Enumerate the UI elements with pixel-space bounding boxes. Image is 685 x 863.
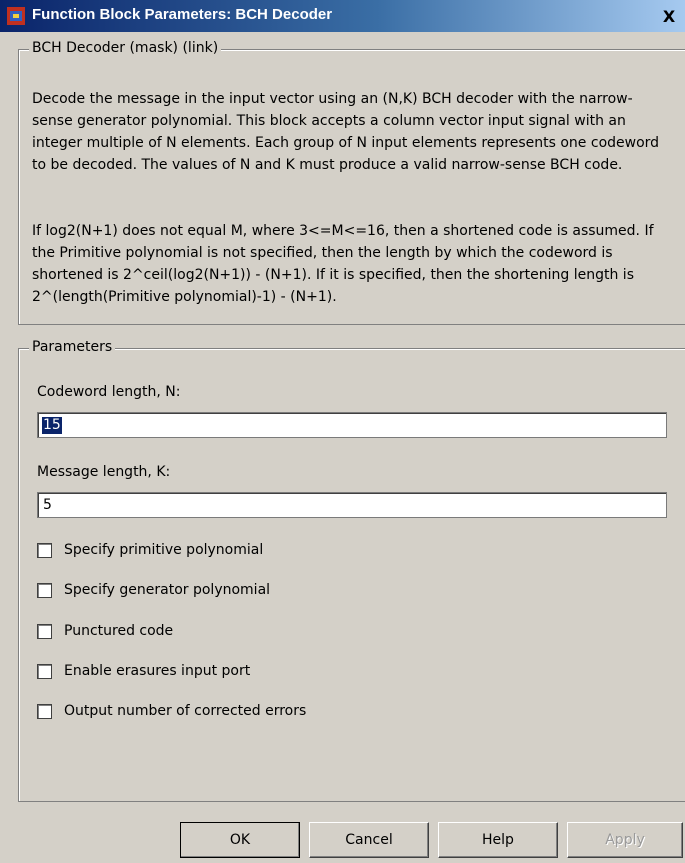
title-bar[interactable]: Function Block Parameters: BCH Decoder X: [0, 0, 685, 32]
checkbox-label: Punctured code: [64, 623, 174, 639]
description-paragraph-2: If log2(N+1) does not equal M, where 3<=…: [32, 223, 654, 305]
punctured-code-checkbox[interactable]: Punctured code: [37, 621, 173, 641]
ok-button[interactable]: OK: [180, 822, 300, 858]
checkbox-box[interactable]: [37, 623, 52, 639]
checkbox-label: Enable erasures input port: [64, 663, 251, 679]
simulink-block-icon: [7, 7, 25, 25]
checkbox-label: Specify generator polynomial: [64, 582, 271, 598]
cancel-button[interactable]: Cancel: [309, 822, 429, 858]
specify-generator-polynomial-checkbox[interactable]: Specify generator polynomial: [37, 580, 270, 600]
apply-button: Apply: [567, 822, 683, 858]
message-length-label: Message length, K:: [37, 464, 171, 480]
message-length-value: 5: [43, 497, 52, 513]
checkbox-box[interactable]: [37, 582, 52, 598]
enable-erasures-input-port-checkbox[interactable]: Enable erasures input port: [37, 661, 250, 681]
parameters-legend: Parameters: [29, 339, 116, 355]
codeword-length-input[interactable]: 15: [37, 412, 667, 438]
codeword-length-value: 15: [42, 417, 62, 434]
output-corrected-errors-checkbox[interactable]: Output number of corrected errors: [37, 701, 306, 721]
checkbox-box[interactable]: [37, 542, 52, 558]
codeword-length-label: Codeword length, N:: [37, 384, 181, 400]
mask-group-legend: BCH Decoder (mask) (link): [29, 40, 222, 56]
close-icon[interactable]: X: [658, 8, 680, 26]
checkbox-box[interactable]: [37, 703, 52, 719]
window-title: Function Block Parameters: BCH Decoder: [32, 6, 333, 23]
description-paragraph-1: Decode the message in the input vector u…: [32, 91, 660, 173]
specify-primitive-polynomial-checkbox[interactable]: Specify primitive polynomial: [37, 540, 263, 560]
help-button[interactable]: Help: [438, 822, 558, 858]
checkbox-label: Specify primitive polynomial: [64, 542, 264, 558]
message-length-input[interactable]: 5: [37, 492, 667, 518]
checkbox-box[interactable]: [37, 663, 52, 679]
checkbox-label: Output number of corrected errors: [64, 703, 307, 719]
